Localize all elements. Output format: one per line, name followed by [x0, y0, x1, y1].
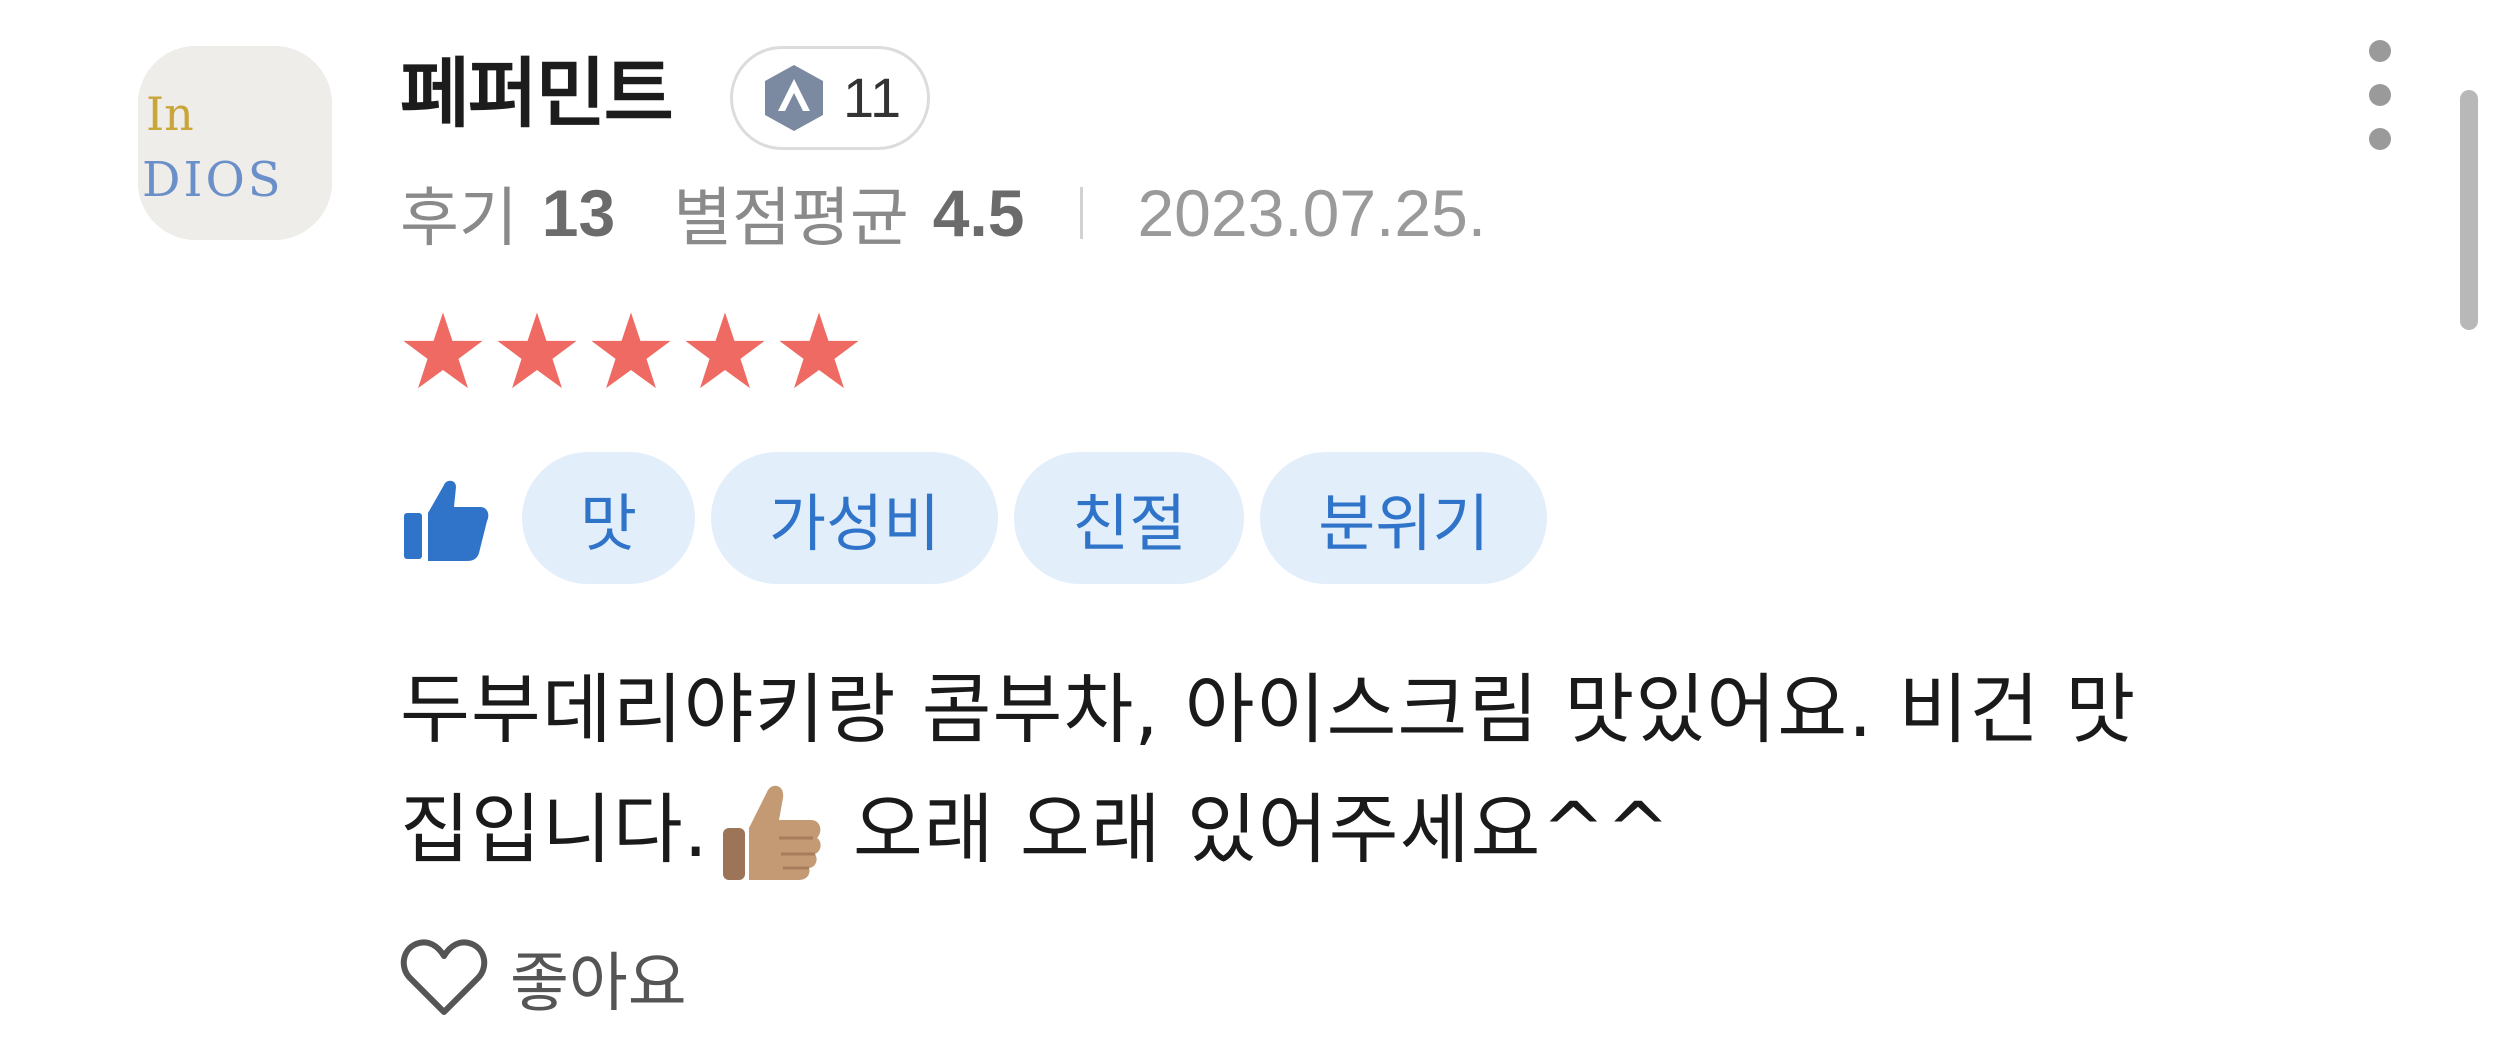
avatar[interactable]: In DIOS: [138, 46, 332, 240]
review-count-label: 후기: [400, 182, 518, 254]
review-date: 2023.07.25.: [1137, 176, 1487, 250]
thumbs-up-icon: [404, 480, 489, 561]
review-body-line2-start: 집입니다.: [400, 785, 709, 874]
avatar-text-line2: DIOS: [142, 152, 284, 208]
review-card: In DIOS 페퍼민트 11 후기 13 별점평균 4.5 2023.07.2…: [0, 0, 2500, 1063]
scrollbar[interactable]: [2460, 90, 2478, 330]
like-label: 좋아요: [510, 947, 687, 1021]
tag-taste[interactable]: 맛: [522, 452, 696, 584]
divider: [1080, 187, 1084, 239]
more-vertical-icon[interactable]: [2355, 40, 2405, 150]
review-body: 두부데리야키랑 콤부차, 아이스크림 맛있어요. 비건 맛 집입니다. 오래 오…: [400, 650, 2400, 890]
level-icon: [765, 65, 823, 131]
review-body-line1: 두부데리야키랑 콤부차, 아이스크림 맛있어요. 비건 맛: [400, 665, 2137, 754]
tag-list: 맛 가성비 친절 분위기: [400, 450, 1563, 586]
tag-atmosphere[interactable]: 분위기: [1260, 452, 1548, 584]
star-rating: [400, 306, 870, 398]
rating-average-label: 별점평균: [673, 182, 909, 254]
review-body-line2-end: 오래 오래 있어주세요^^: [852, 785, 1671, 874]
avatar-image: In DIOS: [138, 46, 332, 240]
rating-average-value: 4.5: [932, 176, 1025, 250]
avatar-text-line1: In: [146, 87, 194, 141]
star-icon: [497, 312, 577, 389]
review-count-value: 13: [541, 176, 616, 250]
author-stats: 후기 13 별점평균 4.5 2023.07.25.: [400, 168, 1486, 258]
star-icon: [591, 312, 671, 389]
author-name[interactable]: 페퍼민트: [400, 44, 674, 144]
thumbs-up-emoji-icon: [722, 785, 821, 880]
level-badge: 11: [730, 46, 930, 150]
like-button[interactable]: 좋아요: [400, 930, 687, 1026]
level-number: 11: [843, 66, 902, 129]
heart-outline-icon: [400, 939, 488, 1015]
tag-kindness[interactable]: 친절: [1014, 452, 1245, 584]
star-icon: [403, 312, 483, 389]
tag-value[interactable]: 가성비: [711, 452, 999, 584]
star-icon: [685, 312, 765, 389]
star-icon: [779, 312, 859, 389]
